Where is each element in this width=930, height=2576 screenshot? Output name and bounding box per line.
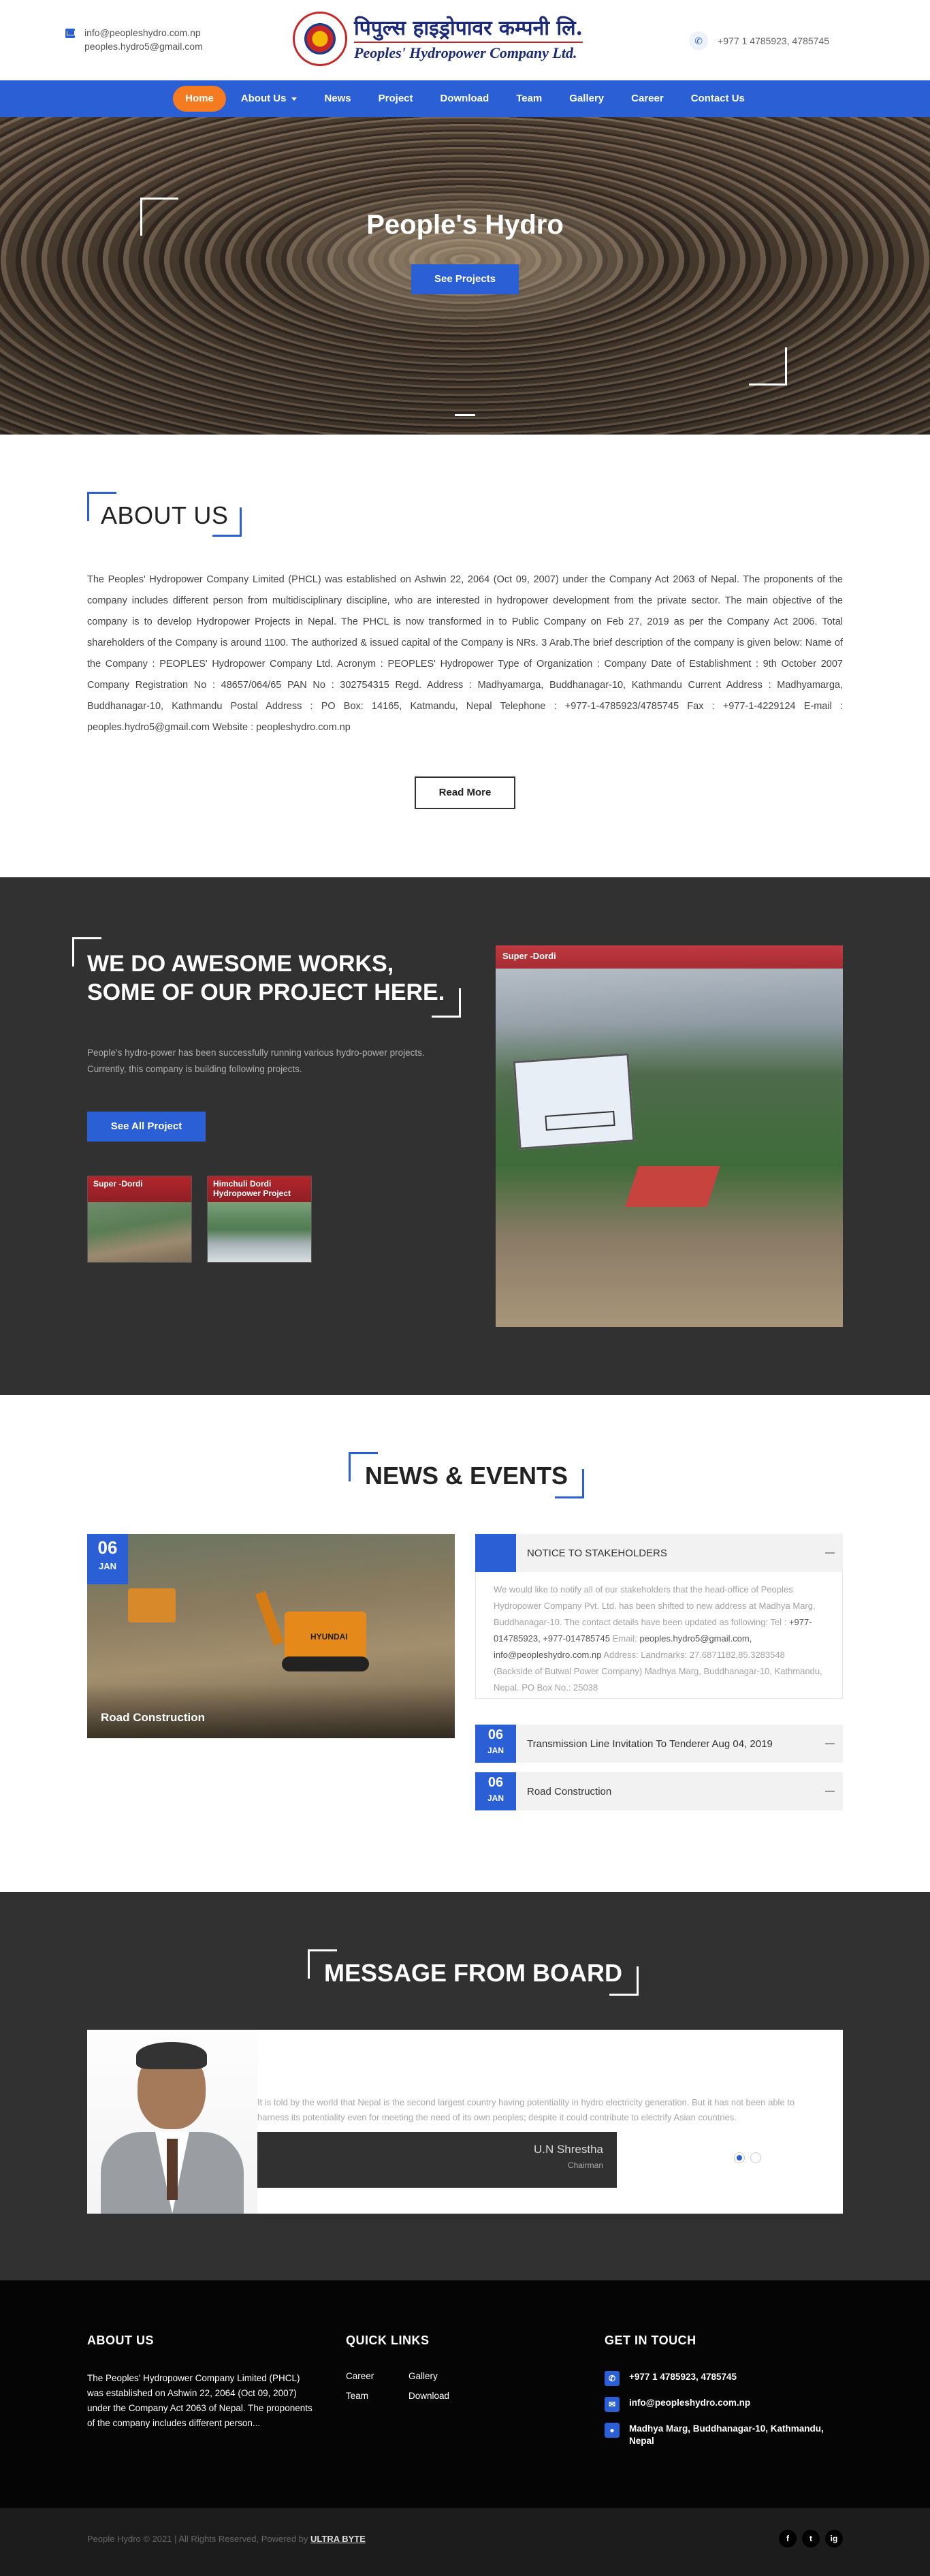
projects-title: WE DO AWESOME WORKS, SOME OF OUR PROJECT… (72, 937, 462, 1018)
logo-nepali-text: पिपुल्स हाइड्रोपावर कम्पनी लि. (354, 16, 583, 40)
expand-icon[interactable] (825, 1743, 835, 1744)
hero-title: People's Hydro (366, 210, 564, 240)
accordion-date-badge: 06 JAN (475, 1772, 516, 1810)
board-title: MESSAGE FROM BOARD (308, 1949, 639, 1996)
see-projects-button[interactable]: See Projects (411, 264, 519, 294)
about-title: ABOUT US (87, 492, 242, 537)
projects-section: WE DO AWESOME WORKS, SOME OF OUR PROJECT… (0, 877, 930, 1395)
header-phone: ✆ +977 1 4785923, 4785745 (689, 31, 829, 50)
company-logo[interactable]: पिपुल्स हाइड्रोपावर कम्पनी लि. Peoples' … (293, 10, 626, 68)
mail-icon: ✉ (605, 2397, 620, 2412)
read-more-button[interactable]: Read More (415, 776, 515, 809)
copyright-text: People Hydro © 2021 | All Rights Reserve… (87, 2534, 366, 2544)
chairman-photo (87, 2030, 257, 2214)
social-links: f t ig (779, 2530, 843, 2547)
footer-links-title: QUICK LINKS (346, 2334, 430, 2347)
see-all-project-button[interactable]: See All Project (87, 1112, 206, 1142)
news-date-badge: 06 JAN (87, 1534, 128, 1584)
about-text: The Peoples' Hydropower Company Limited … (87, 574, 843, 733)
footer-email[interactable]: info@peopleshydro.com.np (629, 2397, 750, 2409)
footer-link-gallery[interactable]: Gallery (408, 2371, 477, 2381)
carousel-dot-1[interactable] (734, 2152, 745, 2163)
footer-link-download[interactable]: Download (408, 2391, 477, 2401)
hero-corner-decoration (749, 347, 787, 386)
about-section: ABOUT US The Peoples' Hydropower Company… (0, 435, 930, 877)
twitter-icon[interactable]: t (802, 2530, 820, 2547)
footer-phone[interactable]: +977 1 4785923, 4785745 (629, 2371, 737, 2383)
news-title: NEWS & EVENTS (349, 1452, 585, 1498)
accordion-date-badge (475, 1534, 516, 1572)
caret-down-icon (291, 97, 298, 101)
news-card-caption: Road Construction (101, 1711, 205, 1724)
nav-career[interactable]: Career (619, 86, 676, 112)
nav-download[interactable]: Download (428, 86, 502, 112)
top-bar: info@peopleshydro.com.np peoples.hydro5@… (0, 0, 930, 80)
accordion-item-transmission[interactable]: 06 JAN Transmission Line Invitation To Te… (475, 1725, 843, 1763)
logo-english-text: Peoples' Hydropower Company Ltd. (354, 42, 583, 62)
project-thumb-super-dordi[interactable]: Super -Dordi (87, 1176, 192, 1263)
accordion-title[interactable]: Road Construction (516, 1786, 825, 1797)
accordion-title[interactable]: NOTICE TO STAKEHOLDERS (516, 1548, 825, 1559)
news-image: HYUNDAI (255, 1590, 380, 1673)
footer-link-team[interactable]: Team (346, 2391, 408, 2401)
mail-icon (65, 29, 75, 38)
logo-emblem (293, 12, 347, 66)
footer-link-career[interactable]: Career (346, 2371, 408, 2381)
accordion-item-road[interactable]: 06 JAN Road Construction (475, 1772, 843, 1810)
board-quote: It is told by the world that Nepal is th… (257, 2097, 795, 2122)
location-icon: ● (605, 2423, 620, 2438)
news-section: NEWS & EVENTS HYUNDAI 06 JAN Road Constr… (0, 1395, 930, 1892)
board-member-role: Chairman (567, 2161, 603, 2170)
phone-icon: ✆ (605, 2371, 620, 2386)
accordion-item-notice[interactable]: NOTICE TO STAKEHOLDERS We would like to … (475, 1534, 843, 1699)
copyright-bar: People Hydro © 2021 | All Rights Reserve… (0, 2508, 930, 2576)
nav-project[interactable]: Project (366, 86, 426, 112)
slider-indicator[interactable] (455, 414, 475, 416)
board-message-section: MESSAGE FROM BOARD It is told by the wor… (0, 1892, 930, 2280)
powered-by-link[interactable]: ULTRA BYTE (310, 2534, 366, 2544)
footer-quick-links: QUICK LINKS Career Gallery Team Download (346, 2334, 477, 2401)
footer-about-text: The Peoples' Hydropower Company Limited … (87, 2373, 312, 2428)
header-phone-text[interactable]: +977 1 4785923, 4785745 (718, 35, 829, 46)
nav-gallery[interactable]: Gallery (557, 86, 616, 112)
board-member-name: U.N Shrestha (533, 2143, 603, 2156)
collapse-icon[interactable] (825, 1552, 835, 1554)
carousel-dot-2[interactable] (750, 2152, 761, 2163)
nav-contact-us[interactable]: Contact Us (679, 86, 757, 112)
board-message-card: It is told by the world that Nepal is th… (87, 2030, 843, 2214)
accordion-date-badge: 06 JAN (475, 1725, 516, 1763)
project-thumb-himchuli-dordi[interactable]: Himchuli Dordi Hydropower Project (207, 1176, 312, 1263)
main-nav: Home About Us News Project Download Team… (0, 80, 930, 117)
nav-about-us[interactable]: About Us (229, 86, 310, 112)
header-email-2[interactable]: peoples.hydro5@gmail.com (84, 40, 203, 53)
nav-news[interactable]: News (312, 86, 363, 112)
nav-home[interactable]: Home (173, 86, 226, 112)
facebook-icon[interactable]: f (779, 2530, 797, 2547)
accordion-title[interactable]: Transmission Line Invitation To Tenderer… (516, 1738, 825, 1750)
accordion-body: We would like to notify all of our stake… (475, 1572, 843, 1699)
board-member-info: U.N Shrestha Chairman (257, 2132, 617, 2188)
header-email-1[interactable]: info@peopleshydro.com.np (84, 26, 203, 40)
news-card[interactable]: HYUNDAI 06 JAN Road Construction (87, 1534, 455, 1738)
hero-slider: People's Hydro See Projects (0, 117, 930, 435)
footer-touch-title: GET IN TOUCH (605, 2334, 696, 2347)
footer-get-in-touch: GET IN TOUCH ✆ +977 1 4785923, 4785745 ✉ i… (605, 2334, 833, 2458)
footer-about: ABOUT US The Peoples' Hydropower Company… (87, 2334, 319, 2431)
instagram-icon[interactable]: ig (825, 2530, 843, 2547)
header-emails: info@peopleshydro.com.np peoples.hydro5@… (65, 26, 203, 53)
footer-address: Madhya Marg, Buddhanagar-10, Kathmandu, … (629, 2423, 824, 2446)
featured-project-label: Super -Dordi (496, 945, 843, 969)
footer: ABOUT US The Peoples' Hydropower Company… (0, 2280, 930, 2508)
footer-about-title: ABOUT US (87, 2334, 154, 2347)
expand-icon[interactable] (825, 1791, 835, 1792)
nav-team[interactable]: Team (504, 86, 554, 112)
phone-icon: ✆ (689, 31, 709, 50)
featured-project-image[interactable]: Super -Dordi (496, 945, 843, 1327)
projects-description: People's hydro-power has been successful… (87, 1048, 425, 1074)
carousel-dots (734, 2152, 761, 2163)
